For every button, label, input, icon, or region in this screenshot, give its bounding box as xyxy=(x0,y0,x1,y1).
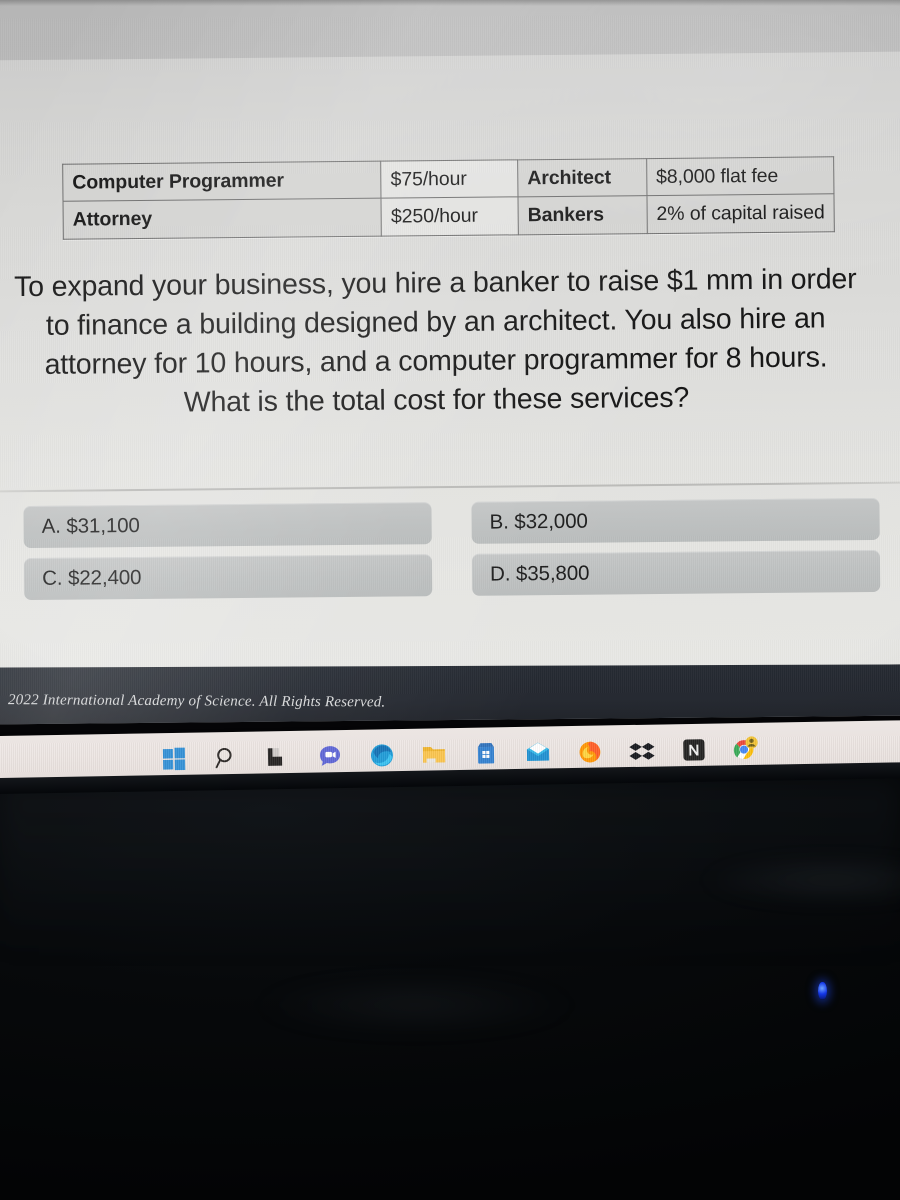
table-cell-role: Bankers xyxy=(517,195,648,235)
chrome-profile-icon[interactable] xyxy=(729,732,764,770)
monitor-top-bezel-shadow xyxy=(0,0,900,6)
monitor-screen: Computer Programmer $75/hour Architect $… xyxy=(0,0,900,725)
answer-option-d[interactable]: D. $35,800 xyxy=(471,549,881,596)
answer-option-c[interactable]: C. $22,400 xyxy=(23,554,433,601)
answer-option-b[interactable]: B. $32,000 xyxy=(471,497,880,544)
notion-icon[interactable] xyxy=(677,733,712,768)
table-cell-rate: $8,000 flat fee xyxy=(646,156,834,196)
chat-icon[interactable] xyxy=(313,739,348,774)
table-cell-rate: $250/hour xyxy=(381,197,519,236)
blue-led-indicator xyxy=(818,982,827,1000)
rates-table: Computer Programmer $75/hour Architect $… xyxy=(62,156,835,240)
microsoft-store-icon[interactable] xyxy=(469,736,504,771)
firefox-icon[interactable] xyxy=(573,734,608,769)
task-view-icon[interactable] xyxy=(261,740,296,775)
copyright-text: 2022 International Academy of Science. A… xyxy=(7,692,386,711)
answer-row-2: C. $22,400 D. $35,800 xyxy=(0,549,900,611)
table-cell-role: Attorney xyxy=(63,198,382,239)
dark-reflection-smudge xyxy=(250,975,580,1035)
edge-icon[interactable] xyxy=(365,738,400,773)
dark-reflection-smudge-right xyxy=(700,855,900,905)
section-divider xyxy=(0,481,900,493)
photograph-of-monitor: Computer Programmer $75/hour Architect $… xyxy=(0,0,900,1200)
mail-icon[interactable] xyxy=(521,735,556,770)
table-cell-rate: $75/hour xyxy=(380,159,518,199)
question-text: To expand your business, you hire a bank… xyxy=(13,263,857,419)
table-row: Attorney $250/hour Bankers 2% of capital… xyxy=(63,194,835,239)
dropbox-icon[interactable] xyxy=(625,734,660,769)
windows-start-icon[interactable] xyxy=(157,742,192,777)
search-icon[interactable] xyxy=(209,741,244,776)
answer-options-list: A. $31,100 B. $32,000 C. $22,400 D. $35,… xyxy=(0,497,900,611)
table-cell-role: Architect xyxy=(517,158,647,198)
file-explorer-icon[interactable] xyxy=(417,737,452,772)
answer-row-1: A. $31,100 B. $32,000 xyxy=(0,497,900,559)
quiz-page-surface: Computer Programmer $75/hour Architect $… xyxy=(0,51,900,683)
table-cell-rate: 2% of capital raised xyxy=(646,194,835,234)
table-cell-role: Computer Programmer xyxy=(62,161,382,202)
answer-option-a[interactable]: A. $31,100 xyxy=(23,502,432,549)
